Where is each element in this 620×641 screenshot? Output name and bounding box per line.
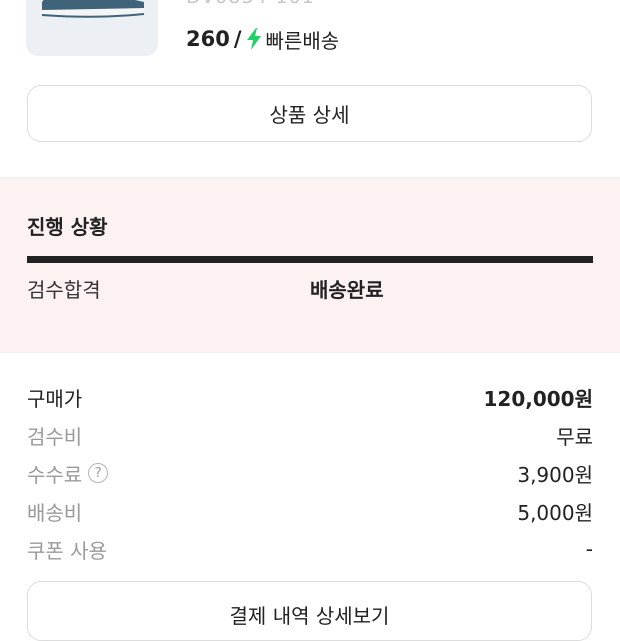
fast-shipping-label: 빠른배송 [265, 28, 340, 53]
progress-title: 진행 상황 [27, 215, 108, 239]
progress-step-delivered: 배송완료 [310, 278, 384, 302]
size-separator: / [233, 27, 242, 51]
progress-track [27, 256, 593, 263]
price-row-commission: 수수료 ? 3,900원 [27, 454, 593, 492]
price-value: - [585, 537, 593, 561]
price-value: 5,000원 [517, 500, 593, 525]
price-row-inspection-fee: 검수비 무료 [27, 416, 593, 454]
price-label: 구매가 [27, 386, 83, 411]
help-icon[interactable]: ? [88, 463, 109, 483]
sneaker-image [41, 0, 145, 18]
price-summary: 구매가 120,000원 검수비 무료 수수료 ? 3,900원 배송비 5,0… [27, 378, 593, 568]
price-row-purchase: 구매가 120,000원 [27, 378, 593, 416]
price-label-with-help: 수수료 ? [27, 459, 109, 488]
price-label: 수수료 [27, 462, 83, 487]
price-row-shipping-fee: 배송비 5,000원 [27, 492, 593, 530]
product-thumbnail[interactable] [26, 0, 158, 56]
product-size: 260 [186, 27, 230, 51]
price-value: 120,000원 [483, 386, 594, 411]
price-value: 3,900원 [517, 462, 593, 487]
price-label: 배송비 [27, 500, 83, 525]
lightning-icon [246, 28, 261, 50]
progress-step-inspection-passed: 검수합격 [27, 278, 101, 302]
price-label: 쿠폰 사용 [27, 538, 107, 563]
product-model-code: DV0834-101 [186, 0, 315, 8]
price-value: 무료 [556, 424, 593, 449]
progress-section: 진행 상황 검수합격 배송완료 [0, 177, 620, 353]
product-detail-button[interactable]: 상품 상세 [27, 85, 592, 142]
product-size-line: 260 / 빠른배송 [186, 24, 339, 54]
price-row-coupon: 쿠폰 사용 - [27, 530, 593, 568]
payment-detail-button[interactable]: 결제 내역 상세보기 [27, 581, 592, 641]
price-label: 검수비 [27, 424, 83, 449]
